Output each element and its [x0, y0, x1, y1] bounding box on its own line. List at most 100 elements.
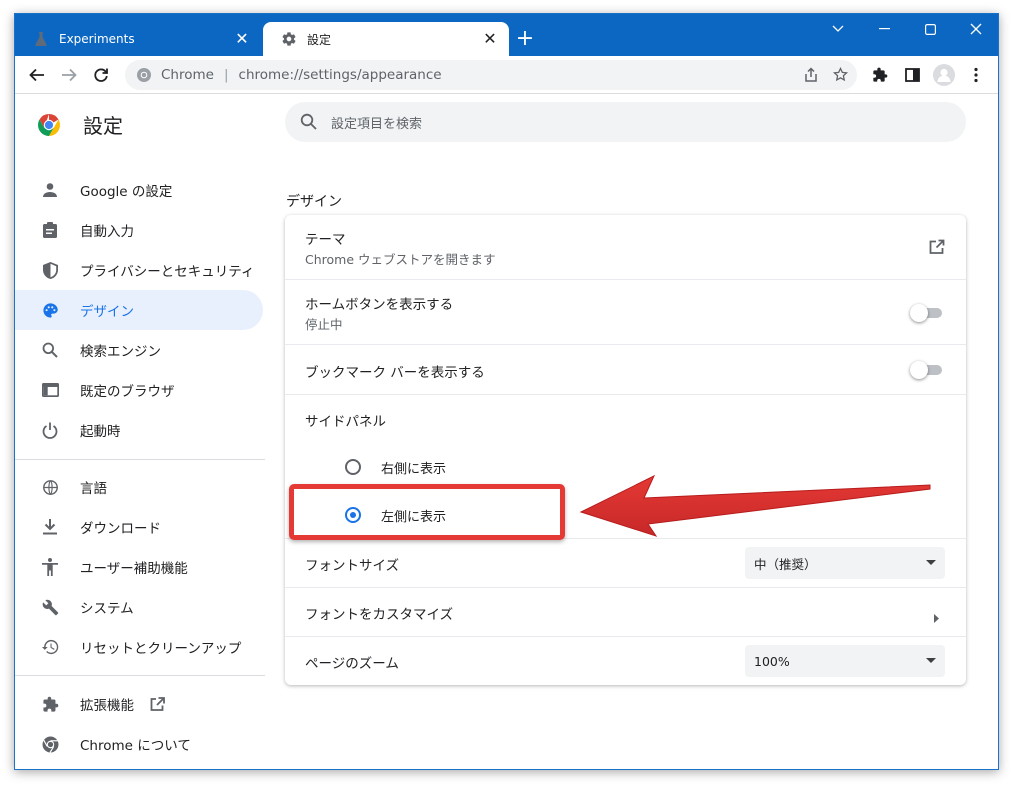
chrome-icon [40, 734, 60, 754]
side-panel-label: サイドパネル [305, 414, 386, 430]
arrow-right-icon [934, 608, 939, 627]
avatar[interactable] [931, 63, 957, 87]
open-in-new-icon [150, 696, 165, 712]
power-icon [40, 420, 60, 440]
reload-icon[interactable] [88, 63, 114, 87]
search-placeholder: 設定項目を検索 [331, 116, 423, 132]
sidebar-item-label: デザイン [80, 304, 134, 320]
bookmarks-bar-label: ブックマーク バーを表示する [305, 365, 485, 381]
radio-right-label[interactable]: 右側に表示 [381, 458, 446, 477]
sidebar-item-languages[interactable]: 言語 [15, 467, 263, 507]
sidebar-divider [15, 459, 265, 460]
sidebar-item-search-engine[interactable]: 検索エンジン [15, 330, 263, 370]
back-icon[interactable] [24, 63, 50, 87]
sidebar-item-extensions[interactable]: 拡張機能 [15, 684, 263, 724]
page-title: 設定 [83, 114, 123, 138]
sidebar-item-label: システム [80, 601, 134, 617]
tab-settings[interactable]: 設定 ✕ [263, 22, 509, 56]
title-bar: Experiments ✕ 設定 ✕ + [15, 14, 998, 56]
wrench-icon [40, 597, 60, 617]
new-tab-button[interactable]: + [513, 28, 537, 52]
toolbar: Chrome | chrome://settings/appearance [15, 56, 998, 94]
home-button-label: ホームボタンを表示する [305, 297, 454, 313]
settings-header: 設定 [37, 110, 123, 139]
palette-icon [40, 300, 60, 320]
close-icon[interactable]: ✕ [233, 30, 251, 48]
toggle-knob [910, 361, 928, 379]
tab-search-chevron-icon[interactable] [815, 14, 861, 44]
caret-down-icon [926, 658, 936, 663]
page-zoom-value: 100% [754, 653, 790, 669]
theme-sub: Chrome ウェブストアを開きます [305, 252, 496, 267]
tab-title: 設定 [307, 32, 332, 47]
flask-icon [33, 31, 49, 47]
puzzle-icon [40, 694, 60, 714]
home-button-sub: 停止中 [305, 317, 343, 332]
page-zoom-label: ページのズーム [305, 656, 399, 672]
side-panel-icon[interactable] [899, 63, 925, 87]
omnibox-site: Chrome [161, 67, 214, 83]
theme-row[interactable]: テーマ Chrome ウェブストアを開きます [285, 215, 966, 279]
star-icon[interactable] [832, 66, 849, 87]
open-in-new-icon[interactable] [929, 239, 945, 259]
maximize-icon[interactable] [907, 14, 953, 44]
close-icon[interactable]: ✕ [481, 30, 499, 48]
chrome-icon [137, 68, 151, 82]
restore-icon [40, 637, 60, 657]
sidebar-divider [15, 675, 265, 676]
extensions-icon[interactable] [867, 63, 893, 87]
sidebar-item-about-chrome[interactable]: Chrome について [15, 724, 263, 764]
browser-window: Experiments ✕ 設定 ✕ + Chrome | chrome://s… [14, 13, 999, 770]
sidebar-item-downloads[interactable]: ダウンロード [15, 507, 263, 547]
radio-right[interactable] [345, 459, 361, 475]
customize-fonts-label: フォントをカスタマイズ [305, 607, 454, 623]
sidebar-item-label: リセットとクリーンアップ [80, 641, 242, 657]
sidebar-item-google[interactable]: Google の設定 [15, 170, 263, 210]
sidebar-item-default-browser[interactable]: 既定のブラウザ [15, 370, 263, 410]
sidebar-item-accessibility[interactable]: ユーザー補助機能 [15, 547, 263, 587]
close-window-icon[interactable] [953, 14, 998, 44]
home-button-toggle[interactable] [910, 304, 944, 322]
omnibox[interactable]: Chrome | chrome://settings/appearance [125, 60, 857, 90]
menu-icon[interactable] [963, 63, 989, 87]
omnibox-url: chrome://settings/appearance [238, 67, 442, 83]
customize-fonts-row[interactable]: フォントをカスタマイズ [285, 587, 966, 636]
font-size-select[interactable]: 中（推奨） [745, 547, 945, 579]
home-button-row[interactable]: ホームボタンを表示する 停止中 [285, 279, 966, 344]
download-icon [40, 517, 60, 537]
browser-icon [40, 380, 60, 400]
forward-icon[interactable] [56, 63, 82, 87]
sidebar-item-autofill[interactable]: 自動入力 [15, 210, 263, 250]
gear-icon [281, 31, 297, 47]
tab-experiments[interactable]: Experiments ✕ [15, 22, 261, 56]
bookmarks-bar-toggle[interactable] [910, 361, 944, 379]
page-zoom-row: ページのズーム 100% [285, 636, 966, 685]
shield-icon [40, 260, 60, 280]
sidebar-item-privacy[interactable]: プライバシーとセキュリティ [15, 250, 263, 290]
sidebar-item-label: 検索エンジン [80, 344, 161, 360]
settings-search-input[interactable]: 設定項目を検索 [285, 102, 966, 142]
toggle-knob [910, 304, 928, 322]
clipboard-icon [40, 220, 60, 240]
page-zoom-select[interactable]: 100% [745, 645, 945, 677]
font-size-label: フォントサイズ [305, 558, 400, 574]
sidebar-item-reset[interactable]: リセットとクリーンアップ [15, 627, 263, 667]
sidebar-item-appearance[interactable]: デザイン [15, 290, 263, 330]
bookmarks-bar-row[interactable]: ブックマーク バーを表示する [285, 344, 966, 394]
sidebar-item-label: 起動時 [80, 424, 121, 440]
theme-label: テーマ [305, 232, 346, 248]
appearance-card: テーマ Chrome ウェブストアを開きます ホームボタンを表示する 停止中 ブ… [285, 215, 966, 685]
sidebar-item-label: Chrome について [80, 738, 191, 754]
accessibility-icon [40, 557, 60, 577]
section-title: デザイン [286, 194, 342, 210]
sidebar-item-label: Google の設定 [80, 184, 173, 200]
sidebar-item-label: プライバシーとセキュリティ [80, 264, 255, 280]
sidebar-item-label: 拡張機能 [80, 698, 134, 714]
annotation-arrow [579, 474, 931, 537]
sidebar-item-system[interactable]: システム [15, 587, 263, 627]
sidebar-item-on-startup[interactable]: 起動時 [15, 410, 263, 450]
minimize-icon[interactable] [861, 14, 907, 44]
sidebar-item-label: ユーザー補助機能 [80, 561, 188, 577]
share-icon[interactable] [803, 67, 819, 87]
sidebar-item-label: 既定のブラウザ [80, 384, 175, 400]
